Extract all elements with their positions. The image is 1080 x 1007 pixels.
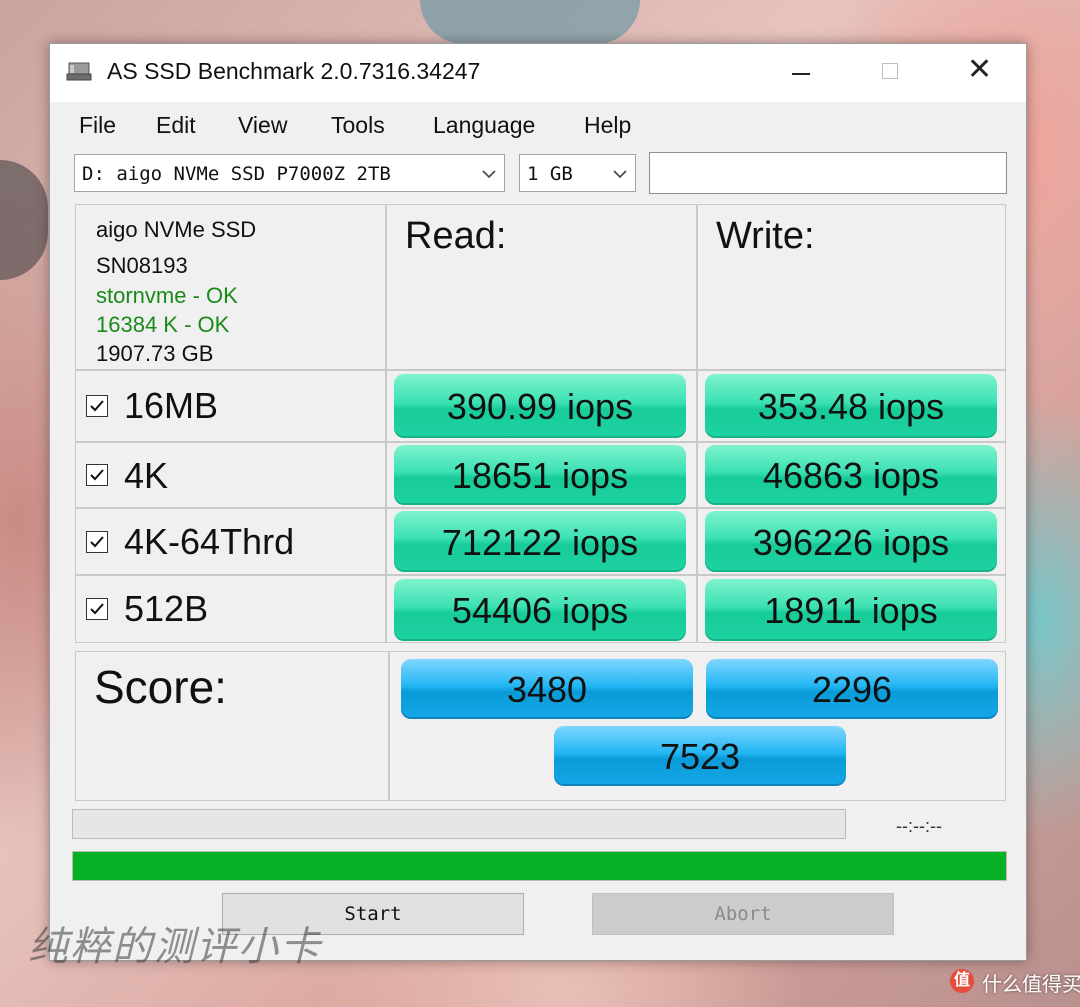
read-header: Read: (405, 215, 507, 257)
drive-capacity: 1907.73 GB (96, 341, 214, 366)
maximize-button[interactable] (861, 48, 921, 94)
test-checkbox-4k[interactable] (86, 464, 108, 486)
test-row-4k: 4K (75, 442, 386, 508)
drive-select-value: D: aigo NVMe SSD P7000Z 2TB (82, 163, 391, 185)
chevron-down-icon (482, 170, 496, 179)
read-result-512b: 54406 iops (394, 579, 686, 641)
read-result-16mb: 390.99 iops (394, 374, 686, 438)
checkmark-icon (90, 603, 104, 615)
test-label: 4K-64Thrd (124, 521, 295, 562)
read-cell: 390.99 iops (386, 370, 697, 442)
read-header-panel: Read: (386, 204, 697, 370)
test-label: 4K (124, 455, 169, 496)
overall-progress-bar (72, 851, 1007, 881)
write-result-4k: 46863 iops (705, 445, 997, 505)
drive-icon (66, 62, 92, 81)
read-cell: 712122 iops (386, 508, 697, 575)
checkmark-icon (90, 400, 104, 412)
driver-status: stornvme - OK (96, 283, 238, 308)
menu-edit[interactable]: Edit (156, 112, 196, 139)
drive-model: aigo NVMe SSD (96, 217, 257, 242)
read-cell: 18651 iops (386, 442, 697, 508)
menu-file[interactable]: File (79, 112, 116, 139)
drive-info-panel: aigo NVMe SSD SN08193 stornvme - OK 1638… (75, 204, 386, 370)
read-result-4k: 18651 iops (394, 445, 686, 505)
read-result-4k-64thrd: 712122 iops (394, 511, 686, 572)
drive-select[interactable]: D: aigo NVMe SSD P7000Z 2TB (74, 154, 505, 192)
drive-firmware: SN08193 (96, 253, 188, 278)
test-checkbox-512b[interactable] (86, 598, 108, 620)
test-checkbox-4k-64thrd[interactable] (86, 531, 108, 553)
menu-tools[interactable]: Tools (331, 112, 385, 139)
checkmark-icon (90, 536, 104, 548)
total-score: 7523 (554, 726, 846, 786)
test-row-4k-64thrd: 4K-64Thrd (75, 508, 386, 575)
menu-bar: File Edit View Tools Language Help (50, 106, 1026, 146)
write-result-4k-64thrd: 396226 iops (705, 511, 997, 572)
alignment-status: 16384 K - OK (96, 312, 230, 337)
site-logo-icon: 值 (950, 969, 974, 993)
read-cell: 54406 iops (386, 575, 697, 643)
write-cell: 353.48 iops (697, 370, 1006, 442)
test-label: 512B (124, 588, 209, 629)
background-decoration (420, 0, 640, 44)
chevron-down-icon (613, 170, 627, 179)
test-row-16mb: 16MB (75, 370, 386, 442)
checkmark-icon (90, 469, 104, 481)
test-checkbox-16mb[interactable] (86, 395, 108, 417)
test-row-512b: 512B (75, 575, 386, 643)
score-label: Score: (94, 661, 227, 713)
score-values-panel: 3480 2296 7523 (389, 651, 1006, 801)
write-score: 2296 (706, 659, 998, 719)
elapsed-time: --:--:-- (896, 816, 942, 836)
menu-language[interactable]: Language (433, 112, 535, 139)
write-cell: 18911 iops (697, 575, 1006, 643)
app-window: AS SSD Benchmark 2.0.7316.34247 ✕ File E… (49, 43, 1027, 961)
abort-button[interactable]: Abort (592, 893, 894, 935)
score-label-panel: Score: (75, 651, 389, 801)
read-score: 3480 (401, 659, 693, 719)
text-field[interactable] (649, 152, 1007, 194)
minimize-button[interactable] (771, 48, 831, 94)
site-name: 什么值得买 (982, 974, 1080, 996)
background-decoration (0, 160, 48, 280)
title-bar: AS SSD Benchmark 2.0.7316.34247 ✕ (50, 44, 1026, 102)
test-progress-bar (72, 809, 846, 839)
menu-help[interactable]: Help (584, 112, 631, 139)
window-title: AS SSD Benchmark 2.0.7316.34247 (107, 58, 481, 84)
close-icon: ✕ (967, 53, 993, 86)
write-result-16mb: 353.48 iops (705, 374, 997, 438)
size-select[interactable]: 1 GB (519, 154, 636, 192)
menu-view[interactable]: View (238, 112, 287, 139)
write-header-panel: Write: (697, 204, 1006, 370)
close-button[interactable]: ✕ (951, 48, 1011, 94)
write-cell: 396226 iops (697, 508, 1006, 575)
write-result-512b: 18911 iops (705, 579, 997, 641)
test-label: 16MB (124, 385, 219, 426)
write-cell: 46863 iops (697, 442, 1006, 508)
overall-progress-fill (73, 852, 1006, 880)
write-header: Write: (716, 215, 815, 257)
size-select-value: 1 GB (527, 163, 573, 185)
watermark-text: 纯粹的测评小卡 (28, 924, 322, 970)
